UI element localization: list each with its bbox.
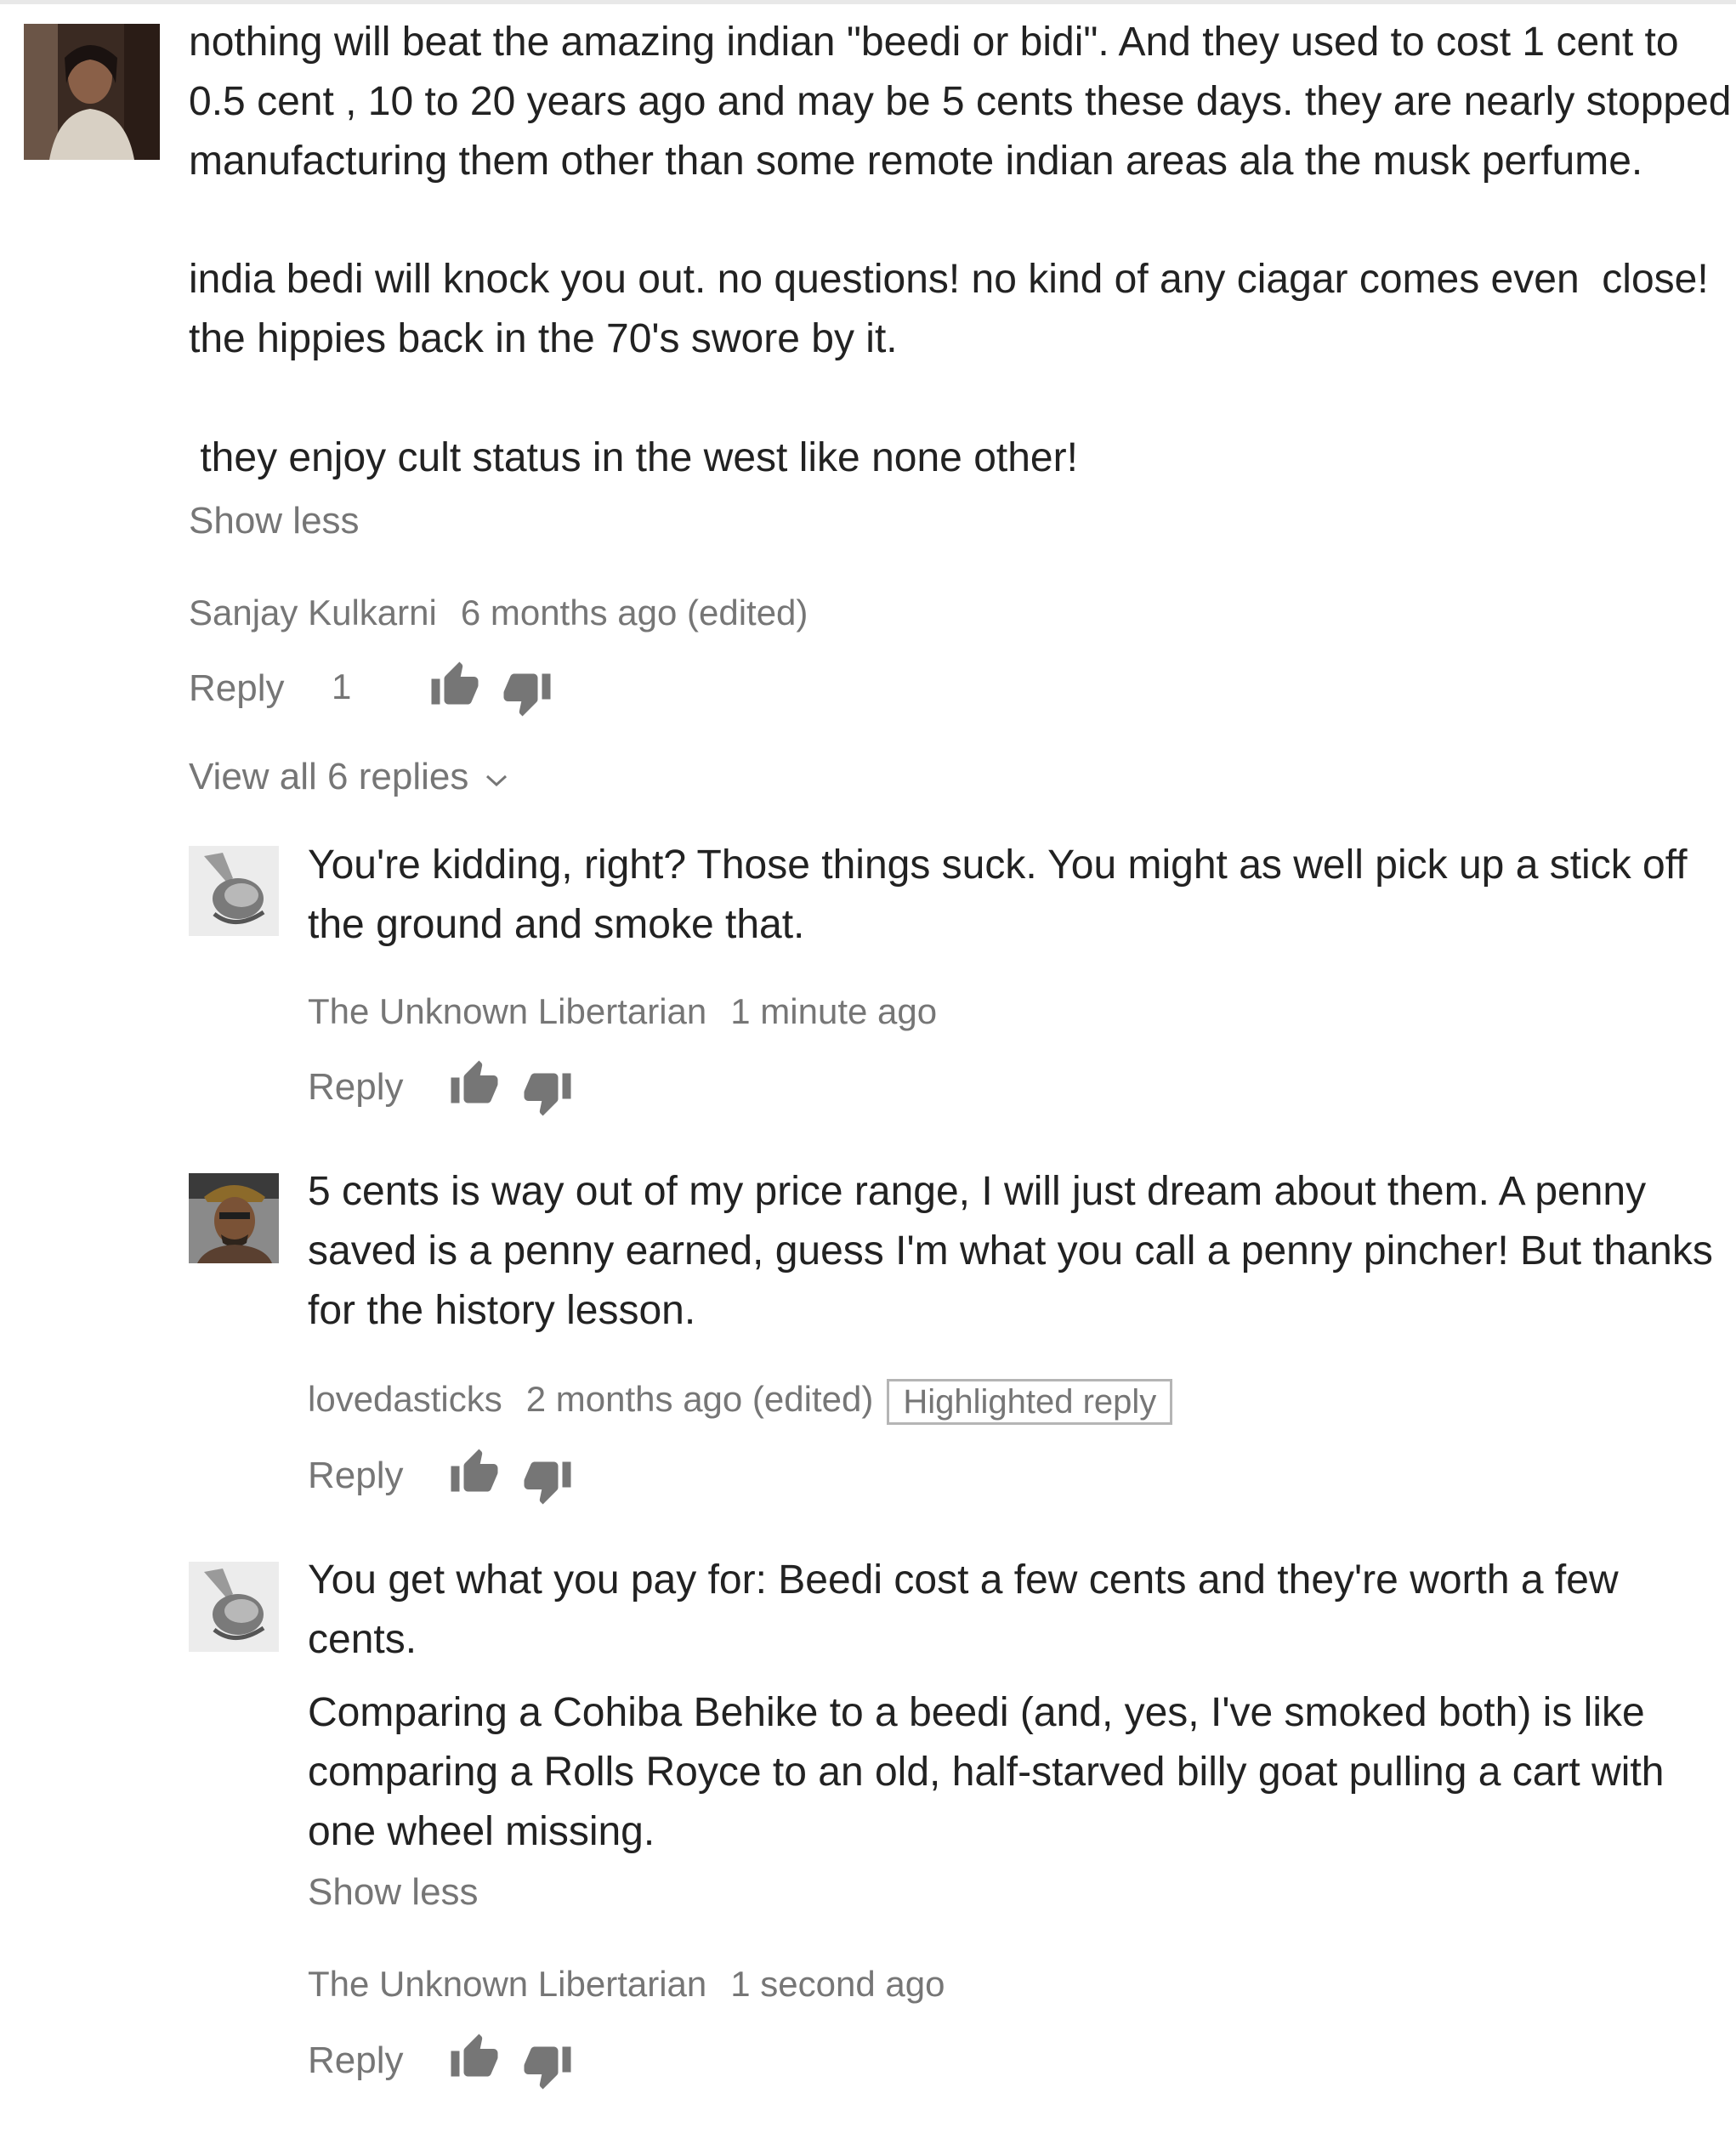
avatar[interactable] [189, 846, 279, 936]
view-replies-label: View all 6 replies [189, 756, 469, 797]
avatar-image [189, 846, 279, 936]
avatar[interactable] [189, 1173, 279, 1263]
avatar[interactable] [189, 1562, 279, 1652]
reply-text: 5 cents is way out of my price range, I … [308, 1169, 1713, 1333]
avatar[interactable] [24, 24, 160, 160]
avatar-image [189, 1562, 279, 1652]
avatar-image [24, 24, 160, 160]
chevron-down-icon [484, 753, 509, 801]
comment-text: they enjoy cult status in the west like … [189, 435, 1078, 480]
thumb-down-icon[interactable] [522, 1455, 573, 1506]
comment-timestamp[interactable]: 6 months ago (edited) [461, 593, 808, 633]
author-name[interactable]: Sanjay Kulkarni [189, 593, 437, 633]
avatar-image [189, 1173, 279, 1263]
reply-button[interactable]: Reply [189, 665, 285, 712]
comment-text: india bedi will knock you out. no questi… [189, 257, 1709, 361]
comment-meta: Sanjay Kulkarni 6 months ago (edited) [189, 589, 808, 637]
like-count: 1 [332, 667, 352, 706]
thumb-down-icon[interactable] [502, 667, 553, 718]
reply-button[interactable]: Reply [308, 2037, 404, 2085]
reply-meta: lovedasticks 2 months ago (edited) Highlig… [308, 1376, 1173, 1425]
thumb-down-icon[interactable] [522, 1067, 573, 1118]
reply-timestamp[interactable]: 2 months ago (edited) [526, 1379, 874, 1419]
author-name[interactable]: The Unknown Libertarian [308, 1964, 706, 2004]
thumb-up-icon[interactable] [429, 660, 480, 711]
thumb-up-icon[interactable] [449, 2032, 500, 2083]
thumb-up-icon[interactable] [449, 1058, 500, 1109]
reply-text: Comparing a Cohiba Behike to a beedi (an… [308, 1690, 1665, 1854]
reply-meta: The Unknown Libertarian 1 second ago [308, 1960, 945, 2008]
reply-button[interactable]: Reply [308, 1452, 404, 1500]
show-less-link[interactable]: Show less [189, 497, 360, 545]
highlighted-reply-badge: Highlighted reply [887, 1378, 1173, 1425]
author-name[interactable]: The Unknown Libertarian [308, 991, 706, 1031]
thumb-up-icon[interactable] [449, 1447, 500, 1498]
view-replies-link[interactable]: View all 6 replies [189, 753, 509, 801]
reply-button[interactable]: Reply [308, 1064, 404, 1111]
reply-meta: The Unknown Libertarian 1 minute ago [308, 988, 937, 1035]
comment-text: nothing will beat the amazing indian "be… [189, 20, 1732, 184]
top-divider [0, 0, 1736, 4]
reply-timestamp[interactable]: 1 minute ago [730, 991, 937, 1031]
reply-text: You get what you pay for: Beedi cost a f… [308, 1557, 1619, 1662]
thumb-down-icon[interactable] [522, 2040, 573, 2091]
show-less-link[interactable]: Show less [308, 1869, 479, 1916]
author-name[interactable]: lovedasticks [308, 1379, 502, 1419]
reply-timestamp[interactable]: 1 second ago [730, 1964, 945, 2004]
reply-text: You're kidding, right? Those things suck… [308, 842, 1688, 947]
